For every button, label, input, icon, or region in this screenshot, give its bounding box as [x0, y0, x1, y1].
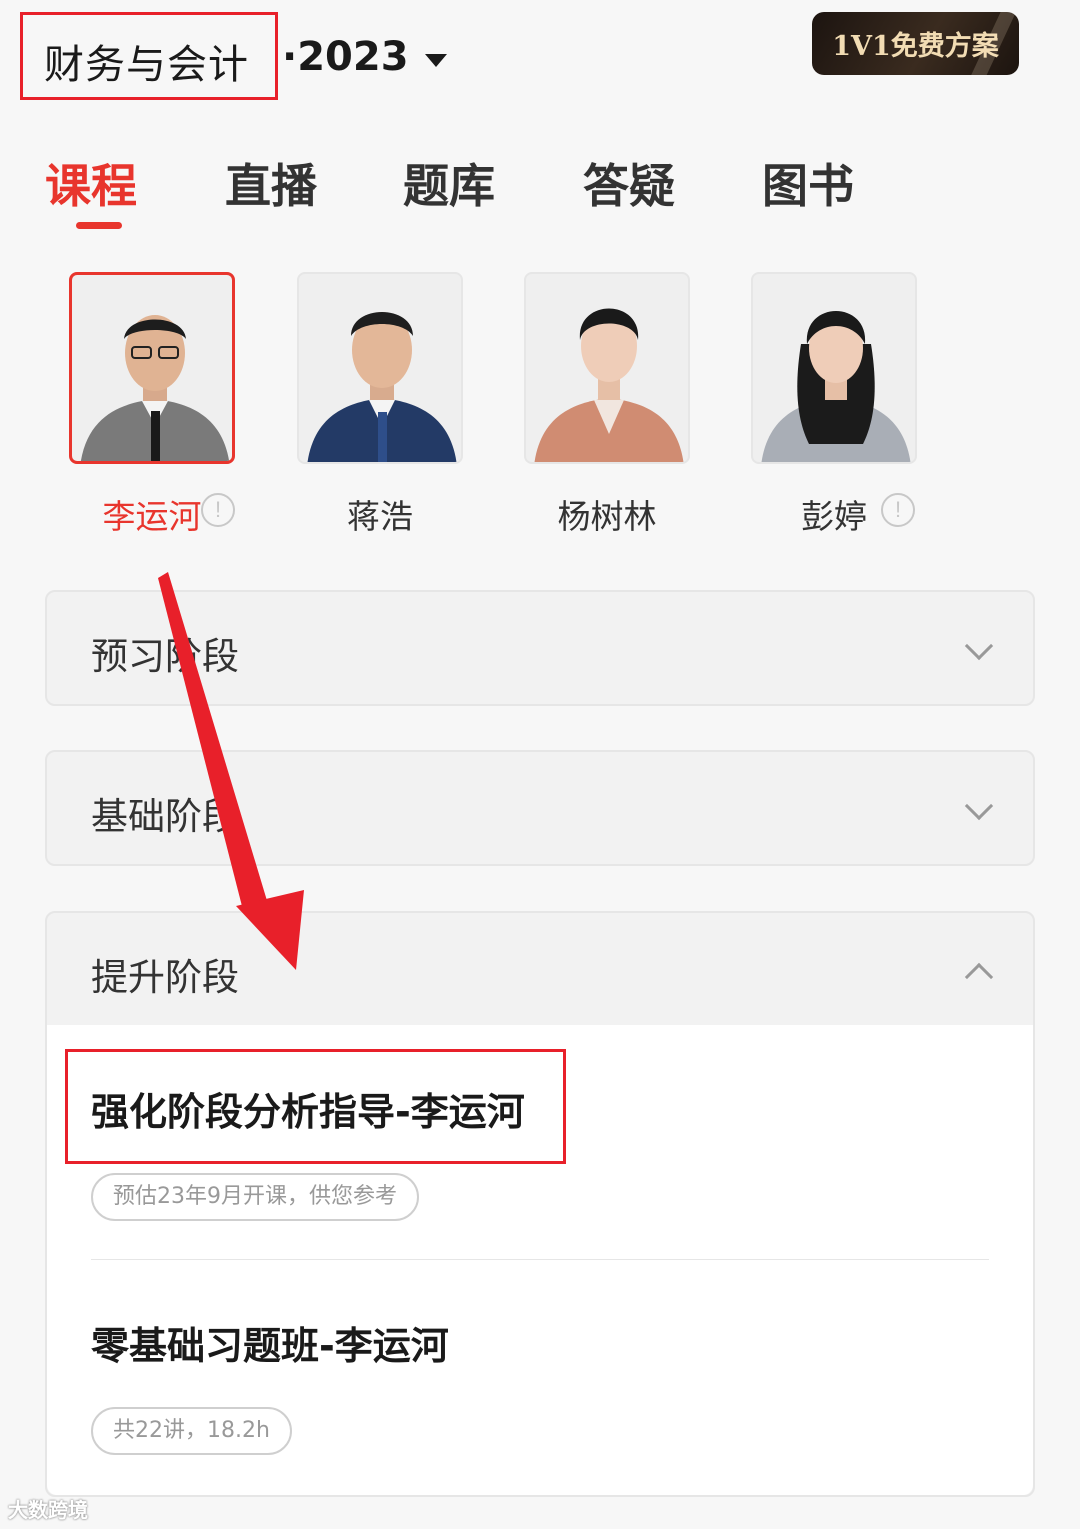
course-tag: 预估23年9月开课，供您参考: [91, 1173, 419, 1221]
teacher-name: 杨树林: [557, 497, 657, 536]
teacher-card-3[interactable]: 杨树林: [524, 272, 690, 536]
chevron-down-icon: [964, 631, 994, 661]
exam-year[interactable]: ·2023: [282, 34, 409, 80]
teacher-photo: [751, 272, 917, 464]
watermark-logo: 大数跨境: [8, 1498, 88, 1522]
teacher-photo: [524, 272, 690, 464]
divider: [91, 1259, 989, 1260]
tab-qa[interactable]: 答疑: [583, 150, 675, 216]
promo-button[interactable]: 1V1免费方案: [812, 12, 1019, 75]
stage-accordion-basic[interactable]: 基础阶段: [45, 750, 1035, 866]
stage-header[interactable]: 预习阶段: [47, 592, 1033, 704]
tab-live[interactable]: 直播: [225, 150, 317, 216]
info-icon[interactable]: !: [201, 493, 235, 527]
teacher-card-4[interactable]: 彭婷 !: [751, 272, 917, 536]
category-tabs: 课程 直播 题库 答疑 图书: [0, 150, 1080, 240]
tab-question-bank[interactable]: 题库: [403, 150, 495, 216]
teacher-card-2[interactable]: 蒋浩: [297, 272, 463, 536]
stage-title: 提升阶段: [91, 956, 239, 999]
teacher-name: 蒋浩: [347, 497, 413, 536]
teacher-card-1[interactable]: 李运河 !: [69, 272, 235, 536]
stage-header[interactable]: 基础阶段: [47, 752, 1033, 864]
tab-books[interactable]: 图书: [762, 150, 854, 216]
active-tab-indicator: [76, 222, 122, 229]
chevron-down-icon: [964, 791, 994, 821]
tab-courses[interactable]: 课程: [45, 150, 137, 216]
stage-accordion-advanced[interactable]: 提升阶段 强化阶段分析指导-李运河 预估23年9月开课，供您参考 零基础习题班-…: [45, 911, 1035, 1497]
stage-title: 预习阶段: [91, 635, 239, 678]
caret-down-icon[interactable]: [425, 54, 447, 67]
stage-title: 基础阶段: [91, 795, 239, 838]
header: 财务与会计 ·2023 1V1免费方案: [0, 0, 1080, 110]
subject-title[interactable]: 财务与会计: [44, 32, 249, 90]
chevron-up-icon: [964, 962, 994, 992]
course-title[interactable]: 零基础习题班-李运河: [91, 1315, 449, 1370]
info-icon[interactable]: !: [881, 493, 915, 527]
promo-label: 1V1免费方案: [832, 31, 999, 62]
stage-header[interactable]: 提升阶段: [47, 913, 1033, 1025]
stage-accordion-preview[interactable]: 预习阶段: [45, 590, 1035, 706]
course-tag: 共22讲，18.2h: [91, 1407, 292, 1455]
teacher-photo: [69, 272, 235, 464]
teacher-photo: [297, 272, 463, 464]
annotation-box-course: [65, 1049, 566, 1164]
